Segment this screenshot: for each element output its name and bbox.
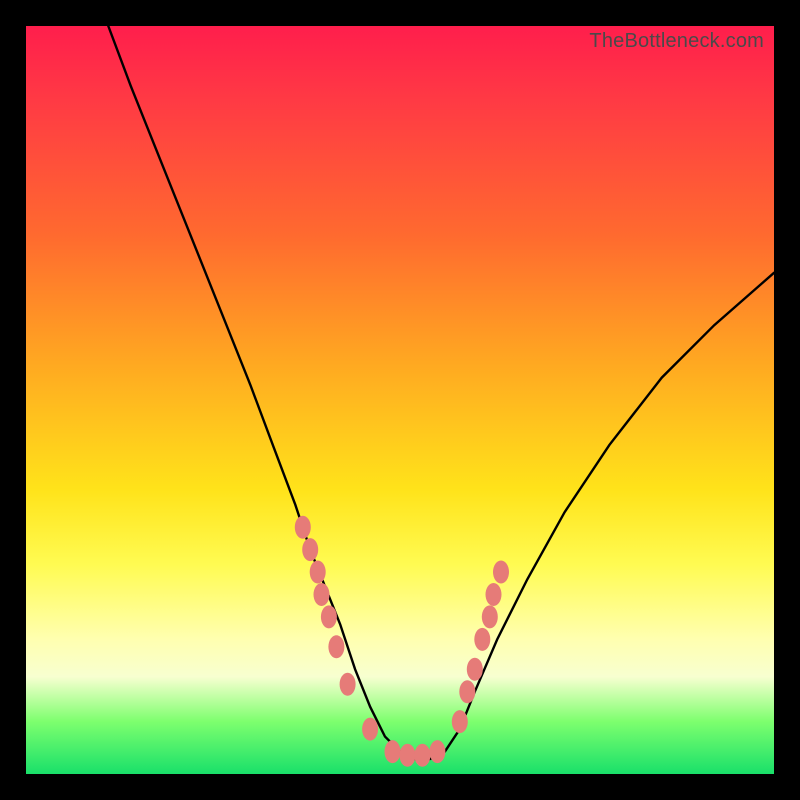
marker-dot xyxy=(302,538,318,561)
outer-frame: TheBottleneck.com xyxy=(0,0,800,800)
curve-layer xyxy=(26,26,774,774)
marker-dot xyxy=(467,658,483,681)
marker-dot xyxy=(314,583,330,606)
marker-dot xyxy=(493,561,509,584)
marker-dot xyxy=(474,628,490,651)
plot-area: TheBottleneck.com xyxy=(26,26,774,774)
marker-dot xyxy=(486,583,502,606)
marker-dot xyxy=(429,740,445,763)
marker-dot xyxy=(482,605,498,628)
marker-dot xyxy=(295,516,311,539)
marker-dot xyxy=(321,605,337,628)
marker-dot xyxy=(452,710,468,733)
marker-dot xyxy=(328,635,344,658)
marker-group xyxy=(295,516,509,767)
marker-dot xyxy=(459,680,475,703)
bottleneck-curve xyxy=(108,26,774,759)
marker-dot xyxy=(310,561,326,584)
marker-dot xyxy=(414,744,430,767)
marker-dot xyxy=(340,673,356,696)
marker-dot xyxy=(400,744,416,767)
marker-dot xyxy=(362,718,378,741)
marker-dot xyxy=(385,740,401,763)
